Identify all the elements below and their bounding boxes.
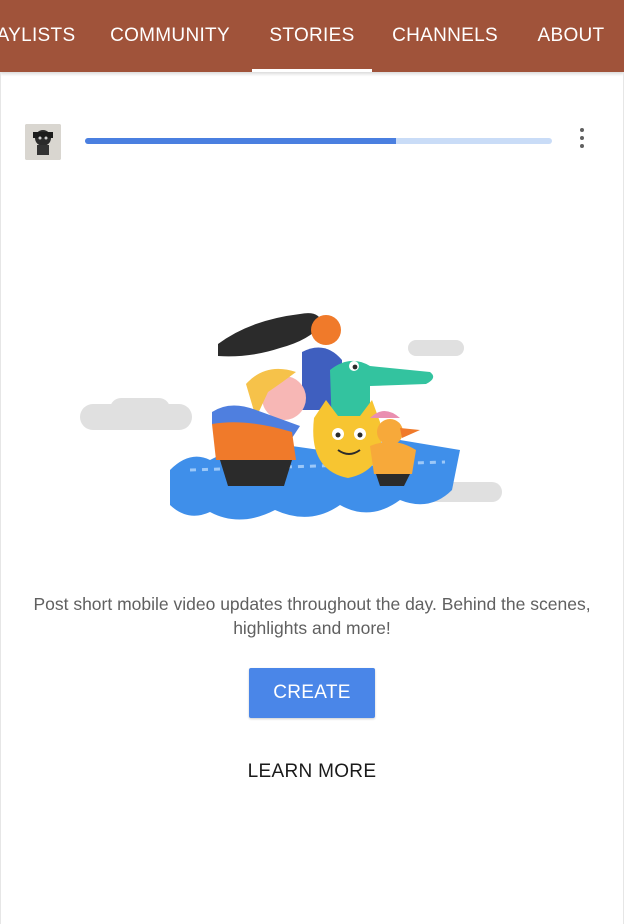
duck-body — [370, 441, 416, 474]
story-progress-fill — [85, 138, 397, 144]
hair — [218, 313, 322, 357]
tab-community[interactable]: COMMUNITY — [100, 0, 240, 72]
tab-channels[interactable]: CHANNELS — [384, 0, 506, 72]
duck-feet — [376, 474, 410, 486]
cat-pupil-left — [335, 432, 341, 438]
menu-dot — [580, 128, 584, 132]
duck-beak — [400, 428, 420, 438]
stories-illustration — [80, 313, 502, 520]
menu-dot — [580, 136, 584, 140]
left-border — [0, 72, 1, 924]
channel-avatar[interactable] — [25, 124, 61, 160]
stories-description: Post short mobile video updates througho… — [33, 594, 591, 638]
tab-stories[interactable]: STORIES — [252, 0, 372, 72]
woman-head — [311, 315, 341, 345]
legs — [220, 460, 292, 486]
menu-dot — [580, 144, 584, 148]
cloud-left-top — [110, 398, 170, 420]
story-progress-bar — [85, 138, 552, 144]
avatar-image — [25, 124, 61, 160]
create-button[interactable]: CREATE — [249, 668, 375, 718]
water-wave — [170, 440, 460, 520]
cloud-top-right — [408, 340, 464, 356]
more-vert-icon[interactable] — [570, 124, 594, 152]
channel-tab-bar: AYLISTS COMMUNITY STORIES CHANNELS ABOUT — [0, 0, 624, 72]
learn-more-link[interactable]: LEARN MORE — [212, 752, 412, 792]
duck-head — [377, 419, 403, 445]
tab-about[interactable]: ABOUT — [530, 0, 612, 72]
cat-pupil-right — [357, 432, 363, 438]
croc-pupil — [352, 364, 358, 370]
tab-playlists[interactable]: AYLISTS — [0, 0, 82, 72]
